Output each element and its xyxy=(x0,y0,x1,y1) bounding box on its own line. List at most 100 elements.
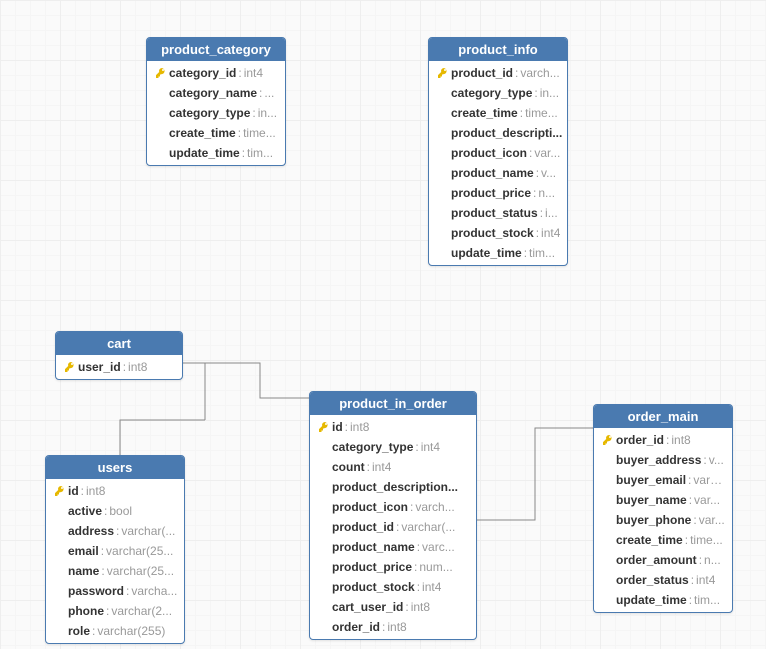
entity-title: product_category xyxy=(147,38,285,61)
entity-cart[interactable]: cartuser_id: int8 xyxy=(55,331,183,380)
primary-key-icon xyxy=(602,434,614,446)
field-row[interactable]: product_price: num... xyxy=(310,557,476,577)
field-name: order_id xyxy=(332,619,380,635)
field-row[interactable]: name: varchar(25... xyxy=(46,561,184,581)
field-row[interactable]: cart_user_id: int8 xyxy=(310,597,476,617)
field-type: varc... xyxy=(693,472,726,488)
field-name: buyer_email xyxy=(616,472,686,488)
field-row[interactable]: email: varchar(25... xyxy=(46,541,184,561)
field-row[interactable]: password: varcha... xyxy=(46,581,184,601)
field-type: int4 xyxy=(372,459,391,475)
field-row[interactable]: count: int4 xyxy=(310,457,476,477)
entity-product_info[interactable]: product_infoproduct_id: varch...category… xyxy=(428,37,568,266)
field-row[interactable]: product_price: n... xyxy=(429,183,567,203)
field-type: i... xyxy=(545,205,558,221)
field-name: product_name xyxy=(332,539,415,555)
field-type: ... xyxy=(264,85,274,101)
field-type: time... xyxy=(525,105,558,121)
field-row[interactable]: buyer_email: varc... xyxy=(594,470,732,490)
field-name: create_time xyxy=(616,532,683,548)
field-row[interactable]: product_id: varchar(... xyxy=(310,517,476,537)
field-row[interactable]: product_name: varc... xyxy=(310,537,476,557)
entity-product_category[interactable]: product_categorycategory_id: int4categor… xyxy=(146,37,286,166)
field-type: v... xyxy=(541,165,556,181)
field-row[interactable]: buyer_name: var... xyxy=(594,490,732,510)
primary-key-icon xyxy=(155,67,167,79)
primary-key-icon xyxy=(64,361,76,373)
field-row[interactable]: create_time: time... xyxy=(594,530,732,550)
field-name: product_price xyxy=(332,559,412,575)
field-type: in... xyxy=(540,85,559,101)
field-type: int8 xyxy=(128,359,147,375)
field-row[interactable]: product_descripti... xyxy=(429,123,567,143)
field-name: category_type xyxy=(332,439,413,455)
field-row[interactable]: create_time: time... xyxy=(429,103,567,123)
field-row[interactable]: order_amount: n... xyxy=(594,550,732,570)
field-type: tim... xyxy=(529,245,555,261)
field-row[interactable]: update_time: tim... xyxy=(429,243,567,263)
key-cell xyxy=(153,67,169,79)
field-name: buyer_phone xyxy=(616,512,691,528)
field-name: update_time xyxy=(616,592,687,608)
field-row[interactable]: product_icon: varch... xyxy=(310,497,476,517)
field-type: in... xyxy=(258,105,277,121)
field-row[interactable]: phone: varchar(2... xyxy=(46,601,184,621)
key-cell xyxy=(316,421,332,433)
field-row[interactable]: category_name: ... xyxy=(147,83,285,103)
field-row[interactable]: category_type: in... xyxy=(429,83,567,103)
field-row[interactable]: order_status: int4 xyxy=(594,570,732,590)
field-type: n... xyxy=(704,552,721,568)
field-row[interactable]: order_id: int8 xyxy=(310,617,476,637)
field-row[interactable]: category_id: int4 xyxy=(147,63,285,83)
field-row[interactable]: active: bool xyxy=(46,501,184,521)
field-row[interactable]: product_stock: int4 xyxy=(310,577,476,597)
field-type: time... xyxy=(690,532,723,548)
field-row[interactable]: create_time: time... xyxy=(147,123,285,143)
field-row[interactable]: product_stock: int4 xyxy=(429,223,567,243)
field-row[interactable]: buyer_address: v... xyxy=(594,450,732,470)
connector-line xyxy=(183,363,205,420)
field-type: int8 xyxy=(411,599,430,615)
field-name: category_type xyxy=(451,85,532,101)
field-row[interactable]: id: int8 xyxy=(310,417,476,437)
field-row[interactable]: address: varchar(... xyxy=(46,521,184,541)
field-row[interactable]: product_id: varch... xyxy=(429,63,567,83)
field-name: email xyxy=(68,543,99,559)
field-row[interactable]: category_type: int4 xyxy=(310,437,476,457)
field-row[interactable]: category_type: in... xyxy=(147,103,285,123)
field-row[interactable]: product_name: v... xyxy=(429,163,567,183)
field-name: category_type xyxy=(169,105,250,121)
field-name: product_description... xyxy=(332,479,458,495)
field-name: update_time xyxy=(169,145,240,161)
field-row[interactable]: update_time: tim... xyxy=(594,590,732,610)
entity-fields: id: int8category_type: int4count: int4 pr… xyxy=(310,415,476,639)
primary-key-icon xyxy=(318,421,330,433)
field-row[interactable]: user_id: int8 xyxy=(56,357,182,377)
entity-product_in_order[interactable]: product_in_orderid: int8category_type: i… xyxy=(309,391,477,640)
entity-order_main[interactable]: order_mainorder_id: int8buyer_address: v… xyxy=(593,404,733,613)
field-name: address xyxy=(68,523,114,539)
field-row[interactable]: order_id: int8 xyxy=(594,430,732,450)
field-row[interactable]: update_time: tim... xyxy=(147,143,285,163)
field-type: int4 xyxy=(421,439,440,455)
field-name: order_id xyxy=(616,432,664,448)
field-row[interactable]: buyer_phone: var... xyxy=(594,510,732,530)
key-cell xyxy=(52,485,68,497)
field-row[interactable]: product_icon: var... xyxy=(429,143,567,163)
entity-fields: product_id: varch...category_type: in...… xyxy=(429,61,567,265)
connector-line xyxy=(183,363,309,398)
field-type: var... xyxy=(534,145,560,161)
field-row[interactable]: product_status: i... xyxy=(429,203,567,223)
field-name: product_descripti... xyxy=(451,125,562,141)
field-name: id xyxy=(68,483,79,499)
field-type: varcha... xyxy=(131,583,177,599)
field-name: product_id xyxy=(332,519,394,535)
field-row[interactable]: product_description... xyxy=(310,477,476,497)
field-name: product_status xyxy=(451,205,538,221)
field-name: product_name xyxy=(451,165,534,181)
field-row[interactable]: role: varchar(255) xyxy=(46,621,184,641)
entity-users[interactable]: usersid: int8active: booladdress: varcha… xyxy=(45,455,185,644)
field-row[interactable]: id: int8 xyxy=(46,481,184,501)
field-type: int4 xyxy=(422,579,441,595)
field-type: int8 xyxy=(350,419,369,435)
